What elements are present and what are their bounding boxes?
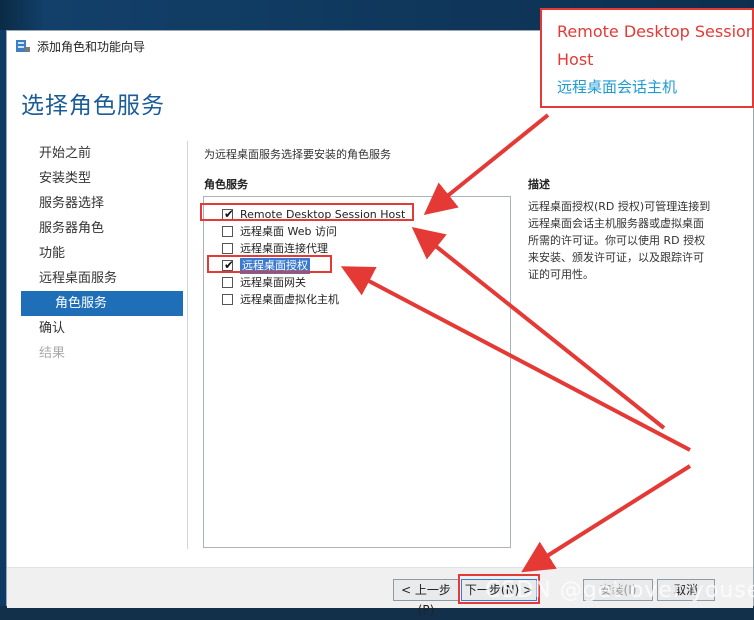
- nav-item-role-services[interactable]: 角色服务: [21, 291, 183, 316]
- nav-item-confirmation[interactable]: 确认: [21, 316, 183, 341]
- instruction-text: 为远程桌面服务选择要安装的角色服务: [204, 148, 391, 161]
- server-manager-icon: [16, 40, 30, 52]
- nav-item-server-selection[interactable]: 服务器选择: [21, 191, 183, 216]
- nav-item-results: 结果: [39, 346, 66, 361]
- checkbox[interactable]: [222, 294, 233, 305]
- highlight-licensing: [207, 255, 332, 273]
- wizard-window: 添加角色和功能向导 选择角色服务 开始之前 安装类型 服务器选择 服务器角色 功…: [6, 30, 754, 617]
- annotation-line-1: Remote Desktop Session: [557, 22, 754, 41]
- checkbox[interactable]: [222, 277, 233, 288]
- role-label: 远程桌面网关: [240, 276, 306, 289]
- nav-item-remote-desktop-services[interactable]: 远程桌面服务: [21, 266, 183, 291]
- checkbox[interactable]: [222, 226, 233, 237]
- description-label: 描述: [528, 178, 550, 191]
- annotation-callout: Remote Desktop Session Host 远程桌面会话主机: [540, 8, 754, 108]
- window-title: 添加角色和功能向导: [37, 40, 146, 54]
- role-services-list: ✔ Remote Desktop Session Host 远程桌面 Web 访…: [203, 196, 511, 548]
- role-label: 远程桌面虚拟化主机: [240, 293, 339, 306]
- nav-divider: [187, 141, 188, 549]
- previous-button[interactable]: < 上一步(P): [393, 579, 459, 617]
- annotation-line-2: Host: [557, 50, 594, 69]
- page-title: 选择角色服务: [21, 93, 165, 119]
- nav-item-features[interactable]: 功能: [21, 241, 183, 266]
- watermark: CSDN @get over youself: [485, 578, 754, 603]
- nav-item-server-roles[interactable]: 服务器角色: [21, 216, 183, 241]
- role-label: 远程桌面 Web 访问: [240, 225, 337, 238]
- nav-item-installation-type[interactable]: 安装类型: [21, 166, 183, 191]
- nav-item-before-you-begin[interactable]: 开始之前: [21, 141, 183, 166]
- highlight-session-host: [200, 203, 414, 221]
- annotation-line-3: 远程桌面会话主机: [557, 78, 678, 96]
- role-services-label: 角色服务: [204, 178, 248, 191]
- wizard-nav: 开始之前 安装类型 服务器选择 服务器角色 功能 远程桌面服务 角色服务 确认 …: [21, 141, 183, 366]
- checkbox[interactable]: [222, 243, 233, 254]
- description-text: 远程桌面授权(RD 授权)可管理连接到远程桌面会话主机服务器或虚拟桌面所需的许可…: [528, 200, 711, 281]
